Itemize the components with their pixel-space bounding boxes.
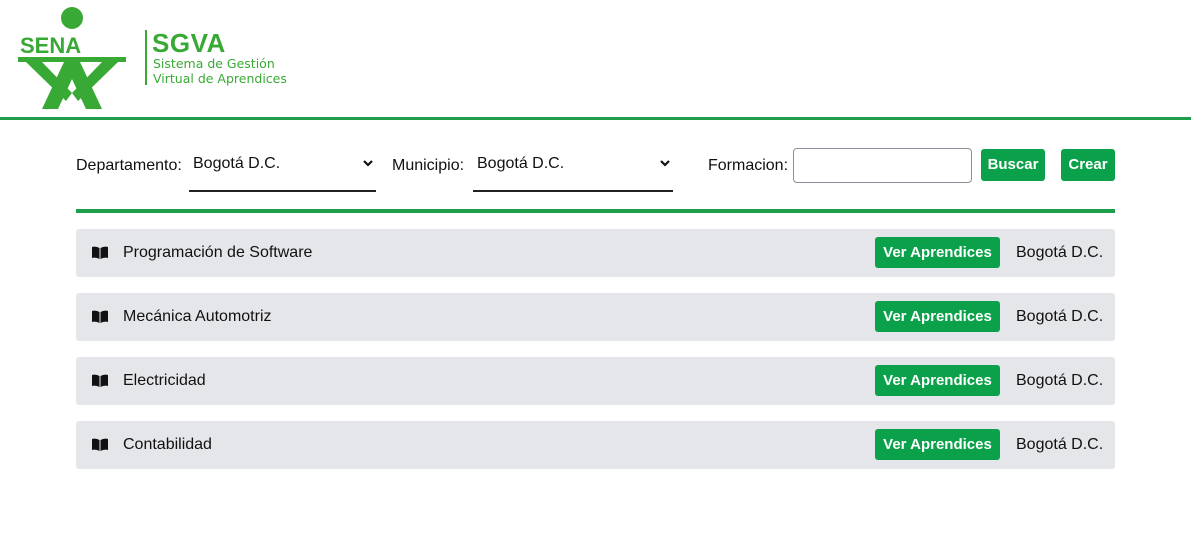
- departamento-label: Departamento:: [76, 157, 182, 174]
- logo-text: SENA: [20, 33, 81, 58]
- app-subtitle-line1: Sistema de Gestión: [153, 56, 275, 71]
- book-icon: [92, 438, 108, 451]
- filter-divider: [76, 209, 1115, 213]
- chevron-down-icon: [660, 160, 670, 167]
- book-icon: [92, 310, 108, 323]
- sena-logo: SENA: [18, 7, 126, 109]
- formacion-name: Electricidad: [123, 372, 206, 389]
- ver-aprendices-button[interactable]: Ver Aprendices: [875, 301, 1000, 332]
- formacion-city: Bogotá D.C.: [1016, 436, 1104, 453]
- formacion-city: Bogotá D.C.: [1016, 244, 1104, 261]
- municipio-select[interactable]: Bogotá D.C.: [473, 140, 673, 192]
- book-icon: [92, 374, 108, 387]
- municipio-value: Bogotá D.C.: [477, 155, 565, 172]
- list-item: Electricidad Ver Aprendices Bogotá D.C.: [76, 357, 1115, 405]
- filter-bar: Departamento: Bogotá D.C. Municipio: Bog…: [0, 140, 1191, 200]
- app-title: SGVA: [152, 28, 226, 58]
- formacion-city: Bogotá D.C.: [1016, 308, 1104, 325]
- crear-button[interactable]: Crear: [1061, 149, 1115, 181]
- chevron-down-icon: [363, 160, 373, 167]
- municipio-label: Municipio:: [392, 157, 465, 174]
- app-subtitle: Sistema de Gestión Virtual de Aprendices: [153, 56, 287, 86]
- list-item: Contabilidad Ver Aprendices Bogotá D.C.: [76, 421, 1115, 469]
- header-divider: [0, 117, 1191, 120]
- ver-aprendices-button[interactable]: Ver Aprendices: [875, 429, 1000, 460]
- brand-divider: [145, 30, 147, 85]
- formacion-name: Programación de Software: [123, 244, 313, 261]
- list-item: Mecánica Automotriz Ver Aprendices Bogot…: [76, 293, 1115, 341]
- ver-aprendices-button[interactable]: Ver Aprendices: [875, 237, 1000, 268]
- book-icon: [92, 246, 108, 259]
- formacion-city: Bogotá D.C.: [1016, 372, 1104, 389]
- formacion-name: Contabilidad: [123, 436, 212, 453]
- formacion-name: Mecánica Automotriz: [123, 308, 272, 325]
- ver-aprendices-button[interactable]: Ver Aprendices: [875, 365, 1000, 396]
- formacion-label: Formacion:: [708, 157, 789, 174]
- buscar-button[interactable]: Buscar: [981, 149, 1045, 181]
- app-subtitle-line2: Virtual de Aprendices: [153, 71, 287, 86]
- departamento-select[interactable]: Bogotá D.C.: [189, 140, 376, 192]
- departamento-value: Bogotá D.C.: [193, 155, 281, 172]
- list-item: Programación de Software Ver Aprendices …: [76, 229, 1115, 277]
- formacion-input[interactable]: [793, 148, 972, 183]
- header: SENA SGVA Sistema de Gestión Virtual de …: [0, 0, 1191, 117]
